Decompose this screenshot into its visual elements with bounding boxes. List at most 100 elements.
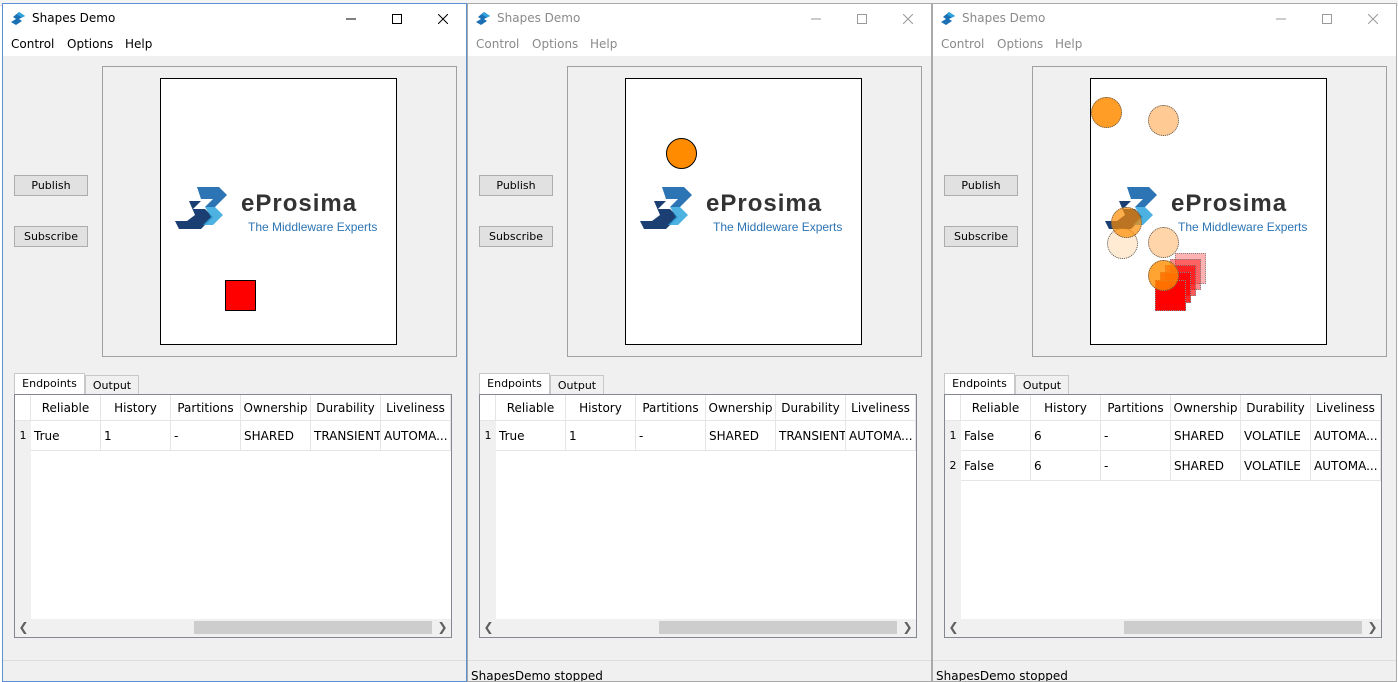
cell-liveliness[interactable]: AUTOMA... <box>1311 451 1381 481</box>
cell-reliable[interactable]: True <box>496 421 566 451</box>
title-bar[interactable]: Shapes Demo <box>933 4 1396 34</box>
col-header-liveliness[interactable]: Liveliness <box>1311 395 1381 421</box>
shapes-canvas[interactable]: eProsima The Middleware Experts <box>160 78 397 345</box>
col-header-reliable[interactable]: Reliable <box>496 395 566 421</box>
horizontal-scrollbar[interactable]: ❮ ❯ <box>480 619 916 637</box>
col-header-partitions[interactable]: Partitions <box>1101 395 1171 421</box>
shapes-demo-window-publisher-square[interactable]: Shapes Demo Control Options Help Publish… <box>2 3 467 682</box>
close-button[interactable] <box>1350 4 1396 34</box>
col-header-liveliness[interactable]: Liveliness <box>381 395 451 421</box>
publish-button[interactable]: Publish <box>479 175 553 196</box>
col-header-ownership[interactable]: Ownership <box>706 395 776 421</box>
col-header-partitions[interactable]: Partitions <box>636 395 706 421</box>
tab-output[interactable]: Output <box>1015 375 1069 395</box>
shapes-demo-window-subscriber[interactable]: Shapes Demo Control Options Help Publish… <box>932 3 1397 682</box>
menu-options[interactable]: Options <box>67 37 113 51</box>
col-header-ownership[interactable]: Ownership <box>241 395 311 421</box>
maximize-button[interactable] <box>1304 4 1350 34</box>
cell-partitions[interactable]: - <box>636 421 706 451</box>
title-bar[interactable]: Shapes Demo <box>3 4 466 34</box>
col-header-reliable[interactable]: Reliable <box>31 395 101 421</box>
scroll-left-icon[interactable]: ❮ <box>945 619 962 637</box>
scroll-left-icon[interactable]: ❮ <box>15 619 32 637</box>
scroll-right-icon[interactable]: ❯ <box>899 619 916 637</box>
shapes-demo-window-publisher-circle[interactable]: Shapes Demo Control Options Help Publish… <box>467 3 932 682</box>
col-header-durability[interactable]: Durability <box>1241 395 1311 421</box>
maximize-button[interactable] <box>374 4 420 34</box>
cell-ownership[interactable]: SHARED <box>706 421 776 451</box>
subscribe-button[interactable]: Subscribe <box>479 226 553 247</box>
cell-durability[interactable]: VOLATILE <box>1241 451 1311 481</box>
menu-options[interactable]: Options <box>532 37 578 51</box>
menu-help[interactable]: Help <box>590 37 617 51</box>
cell-reliable[interactable]: False <box>961 421 1031 451</box>
col-header-reliable[interactable]: Reliable <box>961 395 1031 421</box>
horizontal-scrollbar[interactable]: ❮ ❯ <box>15 619 451 637</box>
col-header-history[interactable]: History <box>1031 395 1101 421</box>
scroll-right-icon[interactable]: ❯ <box>1364 619 1381 637</box>
cell-liveliness[interactable]: AUTOMA... <box>846 421 916 451</box>
row-number[interactable]: 1 <box>15 421 31 451</box>
menu-help[interactable]: Help <box>1055 37 1082 51</box>
menu-control[interactable]: Control <box>11 37 54 51</box>
minimize-button[interactable] <box>328 4 374 34</box>
col-header-durability[interactable]: Durability <box>311 395 381 421</box>
tab-output[interactable]: Output <box>85 375 139 395</box>
cell-partitions[interactable]: - <box>171 421 241 451</box>
cell-history[interactable]: 6 <box>1031 451 1101 481</box>
cell-durability[interactable]: TRANSIENT <box>776 421 846 451</box>
col-header-history[interactable]: History <box>101 395 171 421</box>
menu-options[interactable]: Options <box>997 37 1043 51</box>
cell-reliable[interactable]: False <box>961 451 1031 481</box>
subscribe-button[interactable]: Subscribe <box>944 226 1018 247</box>
scroll-left-icon[interactable]: ❮ <box>480 619 497 637</box>
cell-ownership[interactable]: SHARED <box>1171 451 1241 481</box>
row-number[interactable]: 1 <box>480 421 496 451</box>
cell-durability[interactable]: VOLATILE <box>1241 421 1311 451</box>
cell-reliable[interactable]: True <box>31 421 101 451</box>
cell-ownership[interactable]: SHARED <box>241 421 311 451</box>
row-number[interactable]: 2 <box>945 451 961 481</box>
cell-history[interactable]: 6 <box>1031 421 1101 451</box>
shapes-canvas[interactable]: eProsima The Middleware Experts <box>1090 78 1327 345</box>
cell-partitions[interactable]: - <box>1101 451 1171 481</box>
scrollbar-thumb[interactable] <box>1124 621 1362 634</box>
scrollbar-thumb[interactable] <box>194 621 432 634</box>
cell-durability[interactable]: TRANSIENT <box>311 421 381 451</box>
menu-control[interactable]: Control <box>941 37 984 51</box>
col-header-liveliness[interactable]: Liveliness <box>846 395 916 421</box>
tab-endpoints[interactable]: Endpoints <box>479 373 550 395</box>
col-header-durability[interactable]: Durability <box>776 395 846 421</box>
horizontal-scrollbar[interactable]: ❮ ❯ <box>945 619 1381 637</box>
cell-liveliness[interactable]: AUTOMA... <box>1311 421 1381 451</box>
col-header-partitions[interactable]: Partitions <box>171 395 241 421</box>
col-header-ownership[interactable]: Ownership <box>1171 395 1241 421</box>
endpoints-table[interactable]: Reliable History Partitions Ownership Du… <box>480 395 916 619</box>
shapes-canvas[interactable]: eProsima The Middleware Experts <box>625 78 862 345</box>
tab-endpoints[interactable]: Endpoints <box>944 373 1015 395</box>
cell-ownership[interactable]: SHARED <box>1171 421 1241 451</box>
menu-help[interactable]: Help <box>125 37 152 51</box>
tab-output[interactable]: Output <box>550 375 604 395</box>
cell-liveliness[interactable]: AUTOMA... <box>381 421 451 451</box>
maximize-button[interactable] <box>839 4 885 34</box>
minimize-button[interactable] <box>793 4 839 34</box>
title-bar[interactable]: Shapes Demo <box>468 4 931 34</box>
scrollbar-thumb[interactable] <box>659 621 897 634</box>
scroll-right-icon[interactable]: ❯ <box>434 619 451 637</box>
publish-button[interactable]: Publish <box>944 175 1018 196</box>
close-button[interactable] <box>420 4 466 34</box>
cell-history[interactable]: 1 <box>101 421 171 451</box>
minimize-button[interactable] <box>1258 4 1304 34</box>
publish-button[interactable]: Publish <box>14 175 88 196</box>
row-number[interactable]: 1 <box>945 421 961 451</box>
col-header-history[interactable]: History <box>566 395 636 421</box>
cell-partitions[interactable]: - <box>1101 421 1171 451</box>
menu-control[interactable]: Control <box>476 37 519 51</box>
close-button[interactable] <box>885 4 931 34</box>
endpoints-table[interactable]: Reliable History Partitions Ownership Du… <box>945 395 1381 619</box>
endpoints-table[interactable]: Reliable History Partitions Ownership Du… <box>15 395 451 619</box>
tab-endpoints[interactable]: Endpoints <box>14 373 85 395</box>
subscribe-button[interactable]: Subscribe <box>14 226 88 247</box>
cell-history[interactable]: 1 <box>566 421 636 451</box>
